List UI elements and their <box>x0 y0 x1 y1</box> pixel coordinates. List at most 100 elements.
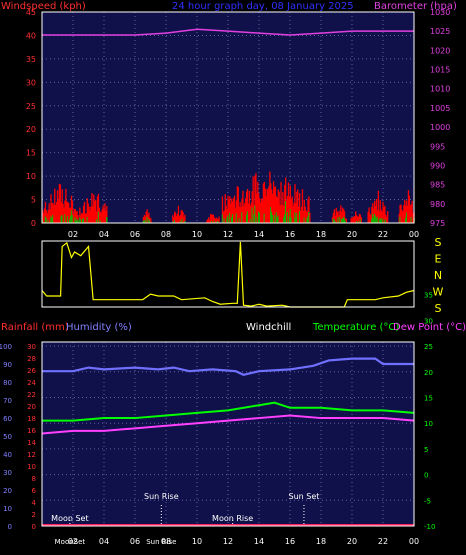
wind-plot-background <box>42 12 414 223</box>
barometer-tick-label: 995 <box>430 142 445 151</box>
compass-label: S <box>435 236 442 249</box>
rainfall-tick-label: 4 <box>32 499 37 507</box>
rainfall-tick-label: 10 <box>27 463 36 471</box>
wind-x-tick-label: 16 <box>285 230 295 239</box>
rainfall-tick-label: 2 <box>32 511 36 519</box>
compass-label: S <box>435 302 442 315</box>
wind-tick-label: 30 <box>26 78 36 87</box>
direction-compass-labels: SENWS <box>433 236 444 315</box>
rainfall-tick-label: 16 <box>27 427 36 435</box>
wind-left-ticks: 051015202530354045 <box>26 8 36 228</box>
temp-x-ticks: 02 04 06 08 10 12 14 16 18 20 22 00 <box>68 537 419 546</box>
wind-x-tick-label: 20 <box>347 230 357 239</box>
humidity-tick-label: 30 <box>3 469 12 477</box>
humidity-tick-label: 100 <box>0 343 12 351</box>
rainfall-ticks: 024681012141618202224262830 <box>27 343 36 531</box>
gust-bar <box>218 216 220 223</box>
humidity-tick-label: 90 <box>3 361 12 369</box>
humidity-ticks: 0 10 20 30 40 50 60 70 80 90 100 <box>0 343 12 531</box>
barometer-tick-label: 1020 <box>430 46 450 55</box>
temp-x-tick-label: 20 <box>347 537 357 546</box>
humidity-tick-label: 80 <box>3 379 12 387</box>
gust-bar <box>360 217 362 223</box>
humidity-tick-label: 70 <box>3 397 12 405</box>
wind-tick-label: 15 <box>26 149 36 158</box>
wind-x-tick-label: 18 <box>316 230 326 239</box>
wind-tick-label: 20 <box>26 125 36 134</box>
rainfall-tick-label: 18 <box>27 415 36 423</box>
rainfall-tick-label: 26 <box>27 367 36 375</box>
wind-tick-label: 5 <box>31 196 36 205</box>
wind-avg-bar <box>106 217 108 223</box>
temp-x-tick-label: 04 <box>99 537 109 546</box>
wind-x-tick-label: 10 <box>192 230 202 239</box>
gust-bar <box>387 211 389 223</box>
temp-x-tick-label: 16 <box>285 537 295 546</box>
temp-x-tick-label: 12 <box>223 537 233 546</box>
temperature-tick-label: 10 <box>424 420 433 428</box>
barometer-tick-label: 975 <box>430 219 445 228</box>
gust-bar <box>150 218 152 223</box>
temperature-axis-label: Temperature (°C) <box>312 322 399 333</box>
wind-x-ticks: 02 04 06 08 10 12 14 16 18 20 22 00 <box>68 230 419 239</box>
temp-x-tick-label: 22 <box>378 537 388 546</box>
wind-x-tick-label: 14 <box>254 230 264 239</box>
rainfall-tick-label: 30 <box>27 343 36 351</box>
rainfall-tick-label: 22 <box>27 391 36 399</box>
rainfall-tick-label: 12 <box>27 451 36 459</box>
wind-x-tick-label: 00 <box>409 230 419 239</box>
event-label: Moon Set <box>51 514 88 523</box>
wind-tick-label: 0 <box>31 219 36 228</box>
temperature-tick-label: 5 <box>424 446 428 454</box>
compass-label: E <box>435 253 442 266</box>
wind-x-tick-label: 02 <box>68 230 78 239</box>
rainfall-tick-label: 8 <box>32 475 36 483</box>
wind-tick-label: 35 <box>26 55 36 64</box>
event-label: Sun Rise <box>144 492 179 501</box>
humidity-axis-label: Humidity (%) <box>66 322 132 333</box>
rainfall-tick-label: 14 <box>27 439 36 447</box>
humidity-tick-label: 10 <box>3 505 12 513</box>
temp-x-tick-label: 02 <box>68 537 78 546</box>
direction-plot-background <box>42 241 414 307</box>
rainfall-tick-label: 28 <box>27 355 36 363</box>
temp-x-tick-label: 06 <box>130 537 140 546</box>
barometer-right-ticks: 9759809859909951000100510101015102010251… <box>430 8 450 228</box>
wind-panel: 051015202530354045 975980985990995100010… <box>1 1 457 239</box>
temp-panel: Moon SetSun RiseMoon RiseSun SetMoonSet S… <box>0 292 466 546</box>
barometer-tick-label: 980 <box>430 200 445 209</box>
event-label: Moon Rise <box>212 514 253 523</box>
wind-x-tick-label: 08 <box>161 230 171 239</box>
compass-label: W <box>433 286 444 299</box>
gust-bar <box>345 218 348 223</box>
temperature-tick-label: -10 <box>424 523 435 531</box>
wind-tick-label: 40 <box>26 31 36 40</box>
humidity-tick-label: 40 <box>3 451 12 459</box>
temp-x-tick-label: 18 <box>316 537 326 546</box>
temperature-tick-label: 15 <box>424 395 433 403</box>
temperature-tick-label: 35 <box>424 292 433 300</box>
wind-tick-label: 10 <box>26 172 36 181</box>
temperature-tick-label: 25 <box>424 343 433 351</box>
barometer-tick-label: 1025 <box>430 27 450 36</box>
rainfall-tick-label: 6 <box>32 487 37 495</box>
compass-label: N <box>434 269 442 282</box>
rainfall-axis-label: Rainfall (mm) <box>1 322 69 333</box>
chart-title: 24 hour graph day, 08 January 2025 <box>172 1 354 12</box>
barometer-tick-label: 1000 <box>430 123 450 132</box>
temperature-tick-label: 0 <box>424 472 428 480</box>
wind-tick-label: 25 <box>26 102 36 111</box>
barometer-tick-label: 985 <box>430 181 445 190</box>
temp-x-tick-label: 10 <box>192 537 202 546</box>
humidity-tick-label: 60 <box>3 415 12 423</box>
event-label: Sun Set <box>288 492 319 501</box>
rainfall-tick-label: 0 <box>32 523 36 531</box>
wind-x-tick-label: 12 <box>223 230 233 239</box>
rainfall-tick-label: 20 <box>27 403 36 411</box>
temperature-tick-label: 20 <box>424 369 433 377</box>
temperature-tick-label: -5 <box>424 497 431 505</box>
barometer-tick-label: 1005 <box>430 104 450 113</box>
weather-graph: 051015202530354045 975980985990995100010… <box>0 1 466 546</box>
windspeed-axis-label: Windspeed (kph) <box>1 1 86 12</box>
barometer-tick-label: 1015 <box>430 66 450 75</box>
